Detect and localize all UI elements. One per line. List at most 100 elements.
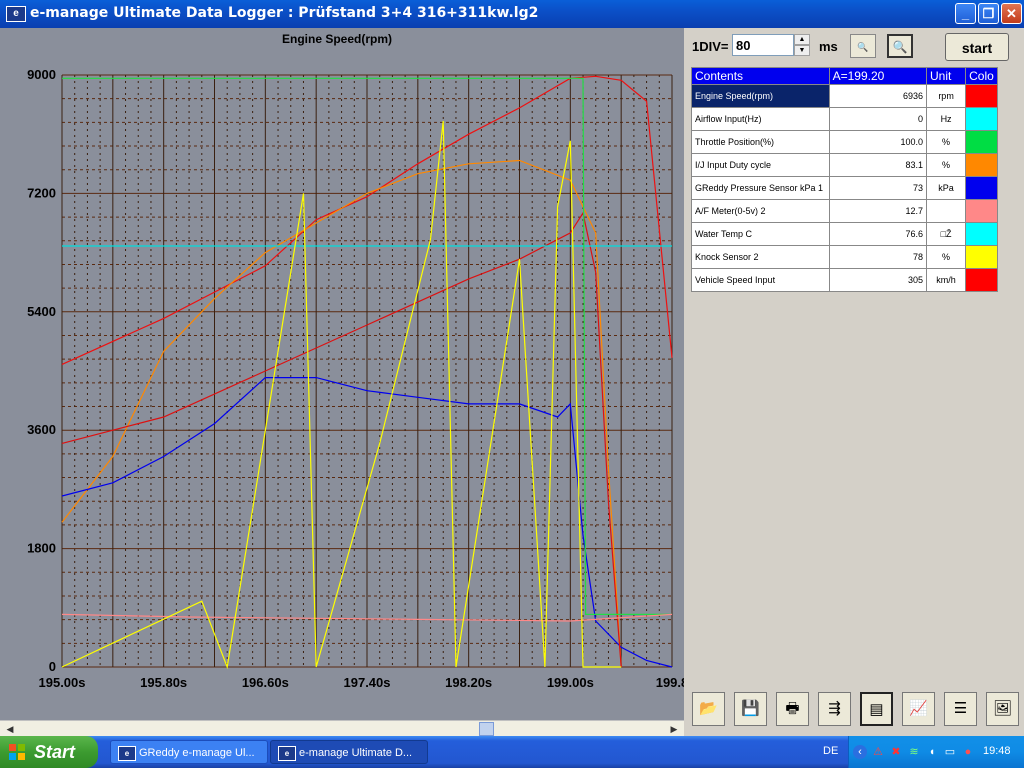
tray-network-icon[interactable]: ≋	[907, 745, 921, 759]
scroll-thumb[interactable]	[479, 722, 494, 736]
table-row[interactable]: Water Temp C 76.6 □Ž	[691, 222, 998, 246]
channel-color-swatch[interactable]	[965, 153, 998, 177]
magnifier-icon: 🔍	[892, 40, 908, 54]
channel-unit: %	[925, 153, 967, 177]
task-label: e-manage Ultimate D...	[299, 747, 413, 759]
x-tick-label: 199.8	[656, 675, 684, 690]
table-row[interactable]: GReddy Pressure Sensor kPa 1 73 kPa	[691, 176, 998, 200]
channel-unit: kPa	[925, 176, 967, 200]
channel-name[interactable]: Airflow Input(Hz)	[691, 107, 830, 131]
channel-value: 78	[828, 245, 927, 269]
tray-expand-icon[interactable]: ‹	[853, 745, 867, 759]
y-tick-label: 3600	[27, 422, 56, 437]
table-row[interactable]: Throttle Position(%) 100.0%	[691, 130, 998, 154]
scroll-left-arrow-icon[interactable]: ◀	[2, 721, 18, 737]
channel-name[interactable]: Knock Sensor 2	[691, 245, 830, 269]
image-icon: 🖼	[992, 700, 1013, 717]
channel-value: 6936	[828, 84, 927, 108]
channel-color-swatch[interactable]	[965, 222, 998, 246]
header-color: Colo	[965, 67, 998, 85]
header-contents: Contents	[691, 67, 830, 85]
ab-compare-button[interactable]: 📈	[902, 692, 935, 726]
start-menu-button[interactable]: Start	[0, 736, 98, 768]
start-button[interactable]: start	[945, 33, 1009, 61]
channel-name[interactable]: Water Temp C	[691, 222, 830, 246]
emanage-app-icon: e	[278, 746, 296, 761]
language-indicator[interactable]: DE	[823, 745, 838, 757]
channel-value: 83.1	[828, 153, 927, 177]
ms-label: ms	[819, 39, 838, 54]
channel-color-swatch[interactable]	[965, 176, 998, 200]
print-button[interactable]: 🖶	[776, 692, 809, 726]
channel-color-swatch[interactable]	[965, 107, 998, 131]
taskbar-item-datalogger[interactable]: e e-manage Ultimate D...	[270, 740, 428, 764]
table-row[interactable]: A/F Meter(0-5v) 2 12.7	[691, 199, 998, 223]
table-row[interactable]: Airflow Input(Hz) 0 Hz	[691, 107, 998, 131]
y-tick-label: 9000	[27, 67, 56, 82]
chart-panel[interactable]: Engine Speed(rpm) 9000 7200 5400 3600 1800 0 1…	[0, 28, 684, 720]
save-button[interactable]: 💾	[734, 692, 767, 726]
taskbar-item-greddy[interactable]: e GReddy e-manage Ul...	[110, 740, 268, 764]
tray-speaker-icon[interactable]: ◖	[925, 745, 939, 759]
channel-value: 76.6	[828, 222, 927, 246]
print-icon: 🖶	[785, 700, 800, 717]
horizontal-scrollbar[interactable]: ◀ ▶	[0, 720, 684, 737]
minimize-button[interactable]: _	[955, 3, 976, 24]
channel-color-swatch[interactable]	[965, 268, 998, 292]
clock: 19:48	[983, 745, 1011, 757]
header-cursor: A=199.20	[828, 67, 927, 85]
div-value-input[interactable]	[732, 34, 794, 56]
channel-name[interactable]: I/J Input Duty cycle	[691, 153, 830, 177]
list-button[interactable]: ☰	[944, 692, 977, 726]
close-button[interactable]: ✕	[1001, 3, 1022, 24]
table-row[interactable]: Knock Sensor 2 78%	[691, 245, 998, 269]
channel-name[interactable]: A/F Meter(0-5v) 2	[691, 199, 830, 223]
channel-value: 0	[828, 107, 927, 131]
tray-antivirus-icon[interactable]: ✖	[889, 745, 903, 759]
table-row[interactable]: Vehicle Speed Input 305 km/h	[691, 268, 998, 292]
list-icon: ☰	[953, 700, 968, 717]
graph-view-button[interactable]: ▤	[860, 692, 893, 726]
div-spinner[interactable]: ▲ ▼	[794, 34, 810, 56]
spin-up-icon[interactable]: ▲	[794, 34, 810, 45]
zoom-in-button[interactable]: 🔍	[887, 34, 913, 58]
image-button[interactable]: 🖼	[986, 692, 1019, 726]
x-tick-label: 195.80s	[140, 675, 187, 690]
channel-color-swatch[interactable]	[965, 130, 998, 154]
app-icon: e	[6, 6, 26, 22]
tray-app-icon[interactable]: ●	[961, 745, 975, 759]
channel-unit	[925, 199, 967, 223]
spin-down-icon[interactable]: ▼	[794, 45, 810, 56]
zoom-out-button[interactable]: 🔍	[850, 34, 876, 58]
scroll-right-arrow-icon[interactable]: ▶	[666, 721, 682, 737]
table-row[interactable]: I/J Input Duty cycle 83.1%	[691, 153, 998, 177]
header-unit: Unit	[925, 67, 967, 85]
channel-color-swatch[interactable]	[965, 245, 998, 269]
channel-name[interactable]: Vehicle Speed Input	[691, 268, 830, 292]
open-button[interactable]: 📂	[692, 692, 725, 726]
x-tick-label: 197.40s	[344, 675, 391, 690]
export-button[interactable]: ⇶	[818, 692, 851, 726]
channel-color-swatch[interactable]	[965, 84, 998, 108]
channel-name[interactable]: GReddy Pressure Sensor kPa 1	[691, 176, 830, 200]
window-title: e-manage Ultimate Data Logger : Prüfstan…	[30, 5, 539, 21]
export-icon: ⇶	[828, 700, 841, 717]
channel-name[interactable]: Engine Speed(rpm)	[691, 84, 830, 108]
y-tick-label: 5400	[27, 304, 56, 319]
graph-view-icon: ▤	[869, 701, 884, 718]
save-icon: 💾	[741, 700, 760, 717]
x-tick-label: 195.00s	[39, 675, 86, 690]
y-tick-label: 1800	[27, 541, 56, 556]
tray-monitor-icon[interactable]: ▭	[943, 745, 957, 759]
ab-compare-icon: 📈	[909, 700, 928, 717]
tray-security-icon[interactable]: ⚠	[871, 745, 885, 759]
restore-button[interactable]: ❐	[978, 3, 999, 24]
table-header: Contents A=199.20 Unit Colo	[691, 67, 998, 85]
table-row[interactable]: Engine Speed(rpm) 6936 rpm	[691, 84, 998, 108]
x-tick-label: 196.60s	[242, 675, 289, 690]
title-bar[interactable]: e e-manage Ultimate Data Logger : Prüfst…	[0, 0, 1024, 28]
engine-speed-chart[interactable]: 9000 7200 5400 3600 1800 0195.00s 195.80s 196.6…	[0, 28, 684, 720]
channel-name[interactable]: Throttle Position(%)	[691, 130, 830, 154]
channel-value: 12.7	[828, 199, 927, 223]
channel-color-swatch[interactable]	[965, 199, 998, 223]
